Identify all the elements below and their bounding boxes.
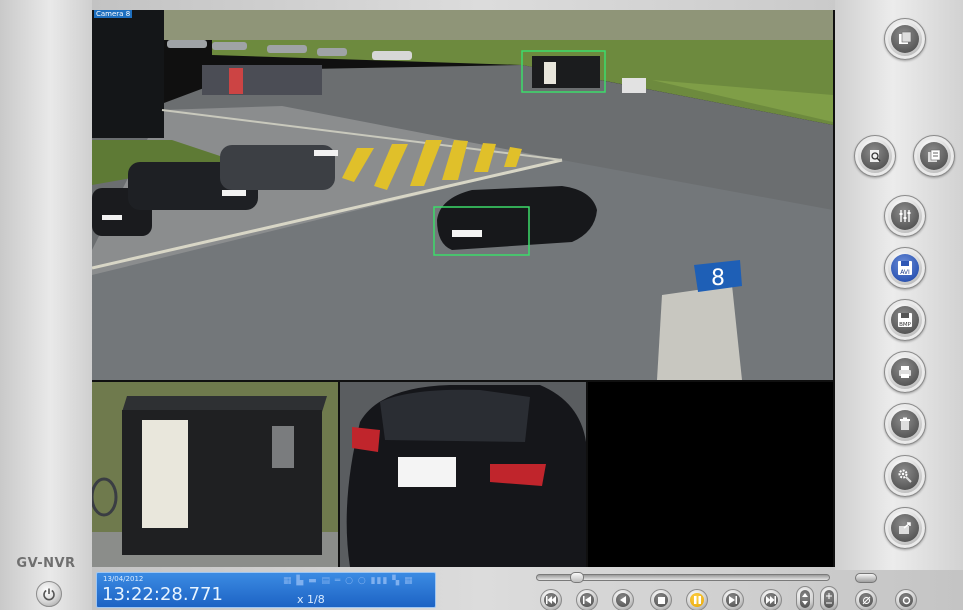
- pause-button[interactable]: [686, 589, 708, 610]
- snapshot-button[interactable]: [895, 589, 917, 610]
- step-forward-icon: [729, 596, 737, 604]
- playback-time: 13:22:28.771: [102, 584, 223, 605]
- adjust-button[interactable]: [884, 195, 926, 237]
- sign-number: 8: [711, 266, 725, 291]
- playback-timeline[interactable]: [536, 572, 830, 583]
- camera-main-view[interactable]: 8: [92, 10, 833, 380]
- trash-icon: [900, 417, 910, 430]
- export-icon: [899, 522, 911, 534]
- delete-button[interactable]: [884, 403, 926, 445]
- go-start-button[interactable]: [540, 589, 562, 610]
- car-zoom-scene: [340, 382, 586, 567]
- step-back-icon: [583, 596, 591, 604]
- stop-button[interactable]: [650, 589, 672, 610]
- camera-sub-view-1[interactable]: [92, 382, 338, 567]
- print-button[interactable]: [884, 351, 926, 393]
- playback-speed: x 1/8: [297, 593, 325, 606]
- save-avi-button[interactable]: AVI: [884, 247, 926, 289]
- plus-minus-icon: [826, 593, 832, 604]
- step-back-button[interactable]: [576, 589, 598, 610]
- search-icon: [870, 150, 881, 162]
- speed-down-button[interactable]: [796, 586, 814, 610]
- search-button[interactable]: [854, 135, 896, 177]
- speed-up-button[interactable]: [820, 586, 838, 610]
- audio-icon: [862, 596, 870, 604]
- playback-date: 13/04/2012: [103, 575, 144, 583]
- brand-logo: GV-NVR: [16, 556, 76, 571]
- stop-icon: [657, 596, 665, 604]
- camera-list-button[interactable]: [884, 18, 926, 60]
- timeline-handle[interactable]: [570, 572, 585, 583]
- audio-button[interactable]: [855, 589, 877, 610]
- camera-sub-view-2[interactable]: [340, 382, 586, 567]
- go-start-icon: [546, 596, 556, 604]
- reverse-play-button[interactable]: [612, 589, 634, 610]
- export-button[interactable]: [884, 507, 926, 549]
- sliders-icon: [899, 210, 911, 222]
- camera-sub-view-3[interactable]: [588, 382, 833, 567]
- playlist-button[interactable]: [913, 135, 955, 177]
- parking-lot-scene: 8: [92, 10, 833, 380]
- camera-label: Camera 8: [94, 10, 133, 18]
- step-forward-button[interactable]: [722, 589, 744, 610]
- go-end-icon: [766, 596, 776, 604]
- go-end-button[interactable]: [760, 589, 782, 610]
- power-button[interactable]: [36, 581, 62, 607]
- print-icon: [899, 366, 911, 378]
- svg-text:BMP: BMP: [899, 322, 912, 328]
- timestamp-panel: 13/04/2012 13:22:28.771 ▦ ▙ ▬ ▤ ═ ○ ○ ▮▮…: [96, 572, 436, 608]
- playlist-icon: [928, 149, 941, 162]
- power-icon: [43, 588, 55, 601]
- camera-list-icon: [899, 31, 912, 44]
- status-indicator-icons: ▦ ▙ ▬ ▤ ═ ○ ○ ▮▮▮ ▚ ▦: [283, 576, 414, 586]
- gear-wrench-icon: [898, 469, 912, 483]
- shed-zoom-scene: [92, 382, 338, 567]
- save-avi-icon: AVI: [898, 261, 912, 276]
- pause-icon: [693, 596, 701, 604]
- save-bmp-icon: BMP: [898, 313, 912, 328]
- left-panel: [0, 0, 92, 610]
- sync-toggle-button[interactable]: [855, 573, 877, 583]
- speed-arrows-icon: [802, 593, 808, 605]
- record-icon: [902, 596, 910, 604]
- save-bmp-button[interactable]: BMP: [884, 299, 926, 341]
- settings-button[interactable]: [884, 455, 926, 497]
- reverse-play-icon: [620, 596, 626, 604]
- svg-text:AVI: AVI: [900, 269, 910, 276]
